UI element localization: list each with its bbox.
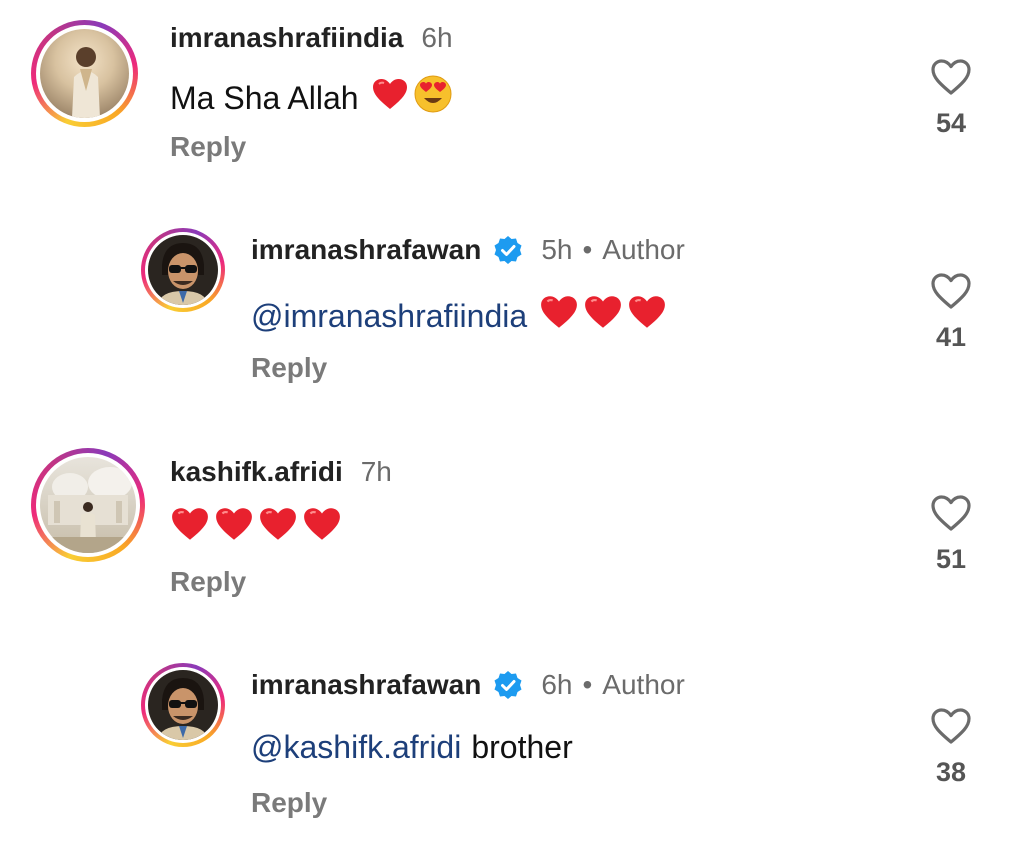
like-button[interactable]: 54 xyxy=(921,58,981,139)
like-count: 51 xyxy=(935,544,967,574)
timestamp: 5h xyxy=(541,234,573,265)
profile-photo xyxy=(72,47,100,118)
username[interactable]: kashifk.afridi xyxy=(170,456,343,488)
username[interactable]: imranashrafawan xyxy=(251,669,481,701)
like-count: 38 xyxy=(935,757,967,787)
red-heart-emoji xyxy=(539,294,579,338)
reply-button[interactable]: Reply xyxy=(170,566,246,598)
comment-username-row: imranashrafiindia 6h xyxy=(170,22,453,54)
red-heart-emoji xyxy=(583,294,623,338)
reply-button[interactable]: Reply xyxy=(251,787,327,819)
comment-item: imranashrafawan 5h • Author @imranashraf… xyxy=(0,220,1024,420)
heart-outline-icon[interactable] xyxy=(930,272,972,310)
heart-eyes-emoji xyxy=(413,74,453,122)
profile-photo xyxy=(40,467,136,553)
avatar[interactable] xyxy=(141,663,225,747)
comment-item: imranashrafawan 6h • Author @kashifk.afr… xyxy=(0,655,1024,846)
comment-item: kashifk.afridi 7h Reply 51 xyxy=(0,440,1024,640)
profile-photo xyxy=(158,243,208,305)
like-button[interactable]: 41 xyxy=(921,272,981,353)
profile-photo xyxy=(158,678,208,740)
heart-outline-icon[interactable] xyxy=(930,58,972,96)
red-heart-emoji xyxy=(627,294,667,338)
like-button[interactable]: 51 xyxy=(921,494,981,575)
red-heart-emoji xyxy=(371,77,409,119)
red-heart-emoji xyxy=(214,506,254,550)
timestamp: 6h xyxy=(541,669,573,700)
reply-button[interactable]: Reply xyxy=(170,131,246,163)
mention-link[interactable]: @imranashrafiindia xyxy=(251,298,527,335)
red-heart-emoji xyxy=(302,506,342,550)
comment-text xyxy=(170,506,342,550)
reply-button[interactable]: Reply xyxy=(251,352,327,384)
username[interactable]: imranashrafiindia xyxy=(170,22,403,54)
avatar[interactable] xyxy=(31,448,145,562)
username[interactable]: imranashrafawan xyxy=(251,234,481,266)
verified-badge-icon xyxy=(493,235,523,265)
comment-item: imranashrafiindia 6h Ma Sha Allah Reply … xyxy=(0,0,1024,200)
red-heart-emoji xyxy=(170,506,210,550)
comment-body: brother xyxy=(471,729,573,765)
mention-link[interactable]: @kashifk.afridi xyxy=(251,729,461,766)
separator-dot: • xyxy=(582,234,593,265)
red-heart-emoji xyxy=(258,506,298,550)
verified-badge-icon xyxy=(493,670,523,700)
avatar[interactable] xyxy=(141,228,225,312)
like-count: 54 xyxy=(935,108,967,138)
author-label: Author xyxy=(602,669,685,700)
timestamp: 7h xyxy=(360,456,392,487)
comment-username-row: imranashrafawan 6h • Author xyxy=(251,669,685,701)
like-count: 41 xyxy=(935,322,967,352)
heart-outline-icon[interactable] xyxy=(930,707,972,745)
timestamp: 6h xyxy=(421,22,453,53)
separator-dot: • xyxy=(582,669,593,700)
author-label: Author xyxy=(602,234,685,265)
comment-body: Ma Sha Allah xyxy=(170,79,359,116)
comment-text: @kashifk.afridi brother xyxy=(251,729,573,766)
comment-text: @imranashrafiindia xyxy=(251,294,667,338)
heart-outline-icon[interactable] xyxy=(930,494,972,532)
comment-username-row: kashifk.afridi 7h xyxy=(170,456,392,488)
comment-text: Ma Sha Allah xyxy=(170,74,453,122)
like-button[interactable]: 38 xyxy=(921,707,981,788)
avatar[interactable] xyxy=(31,20,138,127)
comment-username-row: imranashrafawan 5h • Author xyxy=(251,234,685,266)
